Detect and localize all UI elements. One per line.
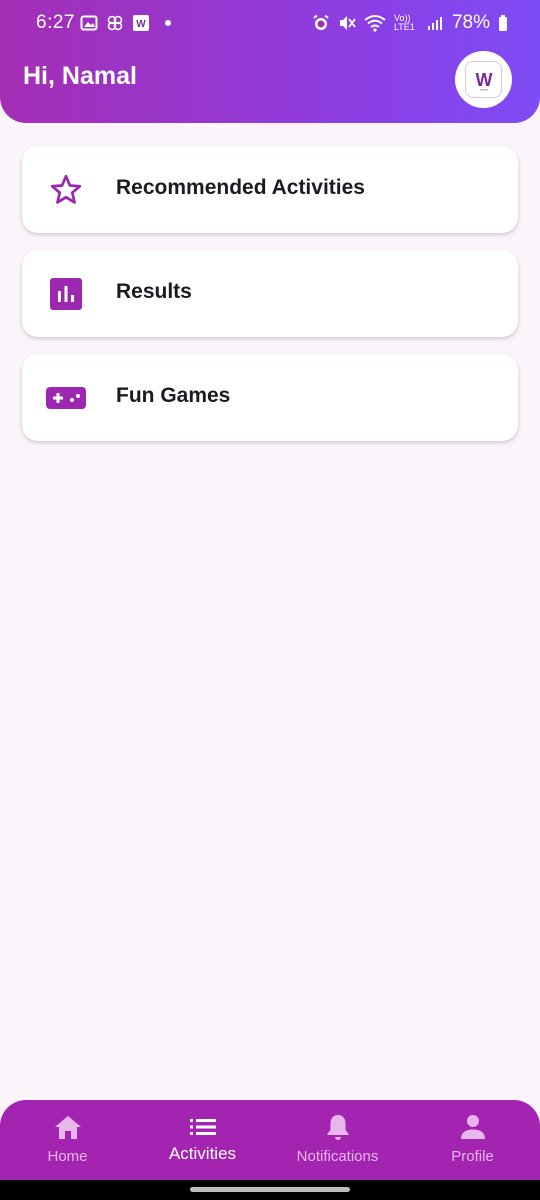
status-system-icons: Vo)) LTE1 78%: [312, 12, 508, 34]
gallery-icon: [80, 15, 98, 31]
home-icon: [54, 1113, 82, 1141]
signal-icon: [427, 17, 442, 30]
card-label: Results: [116, 280, 192, 303]
battery-percent: 78%: [451, 12, 490, 33]
nav-label: Notifications: [296, 1148, 379, 1165]
svg-text:W: W: [136, 19, 146, 30]
wifi-icon: [364, 15, 386, 32]
nav-activities[interactable]: Activities: [135, 1100, 270, 1180]
home-gesture-handle[interactable]: [190, 1187, 350, 1192]
logo-letter: W: [475, 70, 492, 90]
app-logo-button[interactable]: W: [455, 51, 512, 108]
status-notification-icons: W: [80, 14, 172, 32]
battery-icon: [499, 15, 507, 31]
nav-label: Activities: [168, 1144, 237, 1163]
app-notification-icon: W: [133, 15, 149, 31]
app-header: 6:27 W Vo)) LTE1 78% Hi, Namal W: [0, 0, 540, 123]
alarm-icon: [313, 14, 329, 30]
logo-w-icon: W: [475, 70, 492, 90]
bar-chart-icon: [47, 275, 85, 313]
nav-label: Home: [47, 1148, 88, 1165]
nav-label: Profile: [451, 1148, 494, 1165]
greeting-title: Hi, Namal: [23, 62, 137, 90]
person-icon: [460, 1113, 486, 1141]
card-label: Fun Games: [116, 384, 231, 407]
status-time: 6:27: [36, 12, 75, 33]
pinwheel-icon: [107, 15, 123, 31]
bottom-navigation: Home Activities Notifications Profile: [0, 1100, 540, 1180]
nav-notifications[interactable]: Notifications: [270, 1100, 405, 1180]
gamepad-icon: [46, 379, 86, 417]
recommended-activities-card[interactable]: Recommended Activities: [22, 146, 518, 233]
mute-icon: [339, 16, 356, 30]
results-card[interactable]: Results: [22, 250, 518, 337]
nav-home[interactable]: Home: [0, 1100, 135, 1180]
network-label: Vo)) LTE1: [393, 13, 415, 32]
status-bar: 6:27 W Vo)) LTE1 78%: [0, 0, 540, 46]
list-icon: [189, 1113, 217, 1141]
dot-icon: [165, 20, 171, 26]
nav-profile[interactable]: Profile: [405, 1100, 540, 1180]
fun-games-card[interactable]: Fun Games: [22, 354, 518, 441]
card-label: Recommended Activities: [116, 176, 365, 199]
bell-icon: [326, 1113, 350, 1141]
app-logo: W: [465, 61, 502, 98]
star-outline-icon: [47, 171, 85, 209]
